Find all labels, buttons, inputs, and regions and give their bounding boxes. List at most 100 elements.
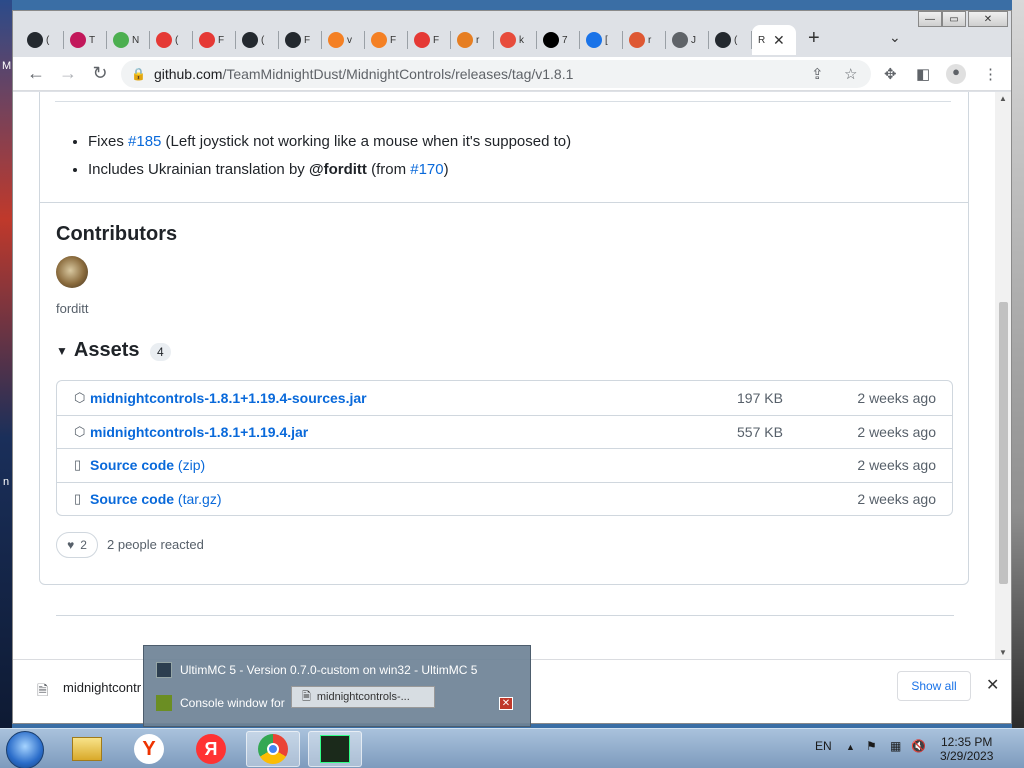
close-window-button[interactable]: ✕: [968, 11, 1008, 27]
chrome-taskbar-button[interactable]: [246, 731, 300, 767]
tab-close-icon[interactable]: ✕: [773, 32, 785, 49]
browser-tab[interactable]: r: [623, 25, 664, 55]
file-zip-icon: ▯: [74, 457, 82, 473]
browser-tab[interactable]: (: [21, 25, 62, 55]
desktop-text: n: [3, 476, 10, 488]
tab-title: r: [476, 34, 480, 46]
desktop-text: M: [2, 60, 12, 72]
asset-size: 557 KB: [737, 423, 783, 440]
chrome-icon: [258, 734, 288, 764]
asset-link[interactable]: Source code (zip): [90, 457, 205, 473]
browser-tab[interactable]: (: [236, 25, 277, 55]
close-preview-button[interactable]: ✕: [499, 697, 513, 710]
browser-tab[interactable]: F: [365, 25, 406, 55]
browser-tab[interactable]: T: [64, 25, 105, 55]
scrollbar-thumb[interactable]: [999, 302, 1008, 584]
browser-tab[interactable]: F: [193, 25, 234, 55]
taskbar: Y Я EN ▲ ⚑ ▦ 🔇 12:35 PM 3/29/2023: [0, 728, 1024, 768]
user-mention-link[interactable]: @forditt: [309, 161, 367, 178]
opera-icon: [199, 32, 215, 48]
explorer-taskbar-button[interactable]: [60, 731, 114, 767]
contributor-avatar[interactable]: [56, 256, 88, 288]
file-zip-icon: ▯: [74, 490, 82, 506]
tab-search-chevron-icon[interactable]: ⌄: [889, 29, 901, 46]
issue-link-170[interactable]: #170: [410, 161, 443, 178]
ultimmc-taskbar-button[interactable]: [308, 731, 362, 767]
minimize-button[interactable]: —: [918, 11, 942, 27]
menu-kebab-icon[interactable]: ⋮: [983, 65, 998, 83]
download-icon: [586, 32, 602, 48]
browser-tab[interactable]: N: [107, 25, 148, 55]
asset-link[interactable]: Source code (tar.gz): [90, 491, 222, 507]
yandex-taskbar-button[interactable]: Я: [184, 731, 238, 767]
tab-title: F: [390, 34, 397, 46]
asset-link[interactable]: midnightcontrols-1.8.1+1.19.4.jar: [90, 424, 308, 440]
address-bar[interactable]: 🔒 github.com/TeamMidnightDust/MidnightCo…: [121, 60, 871, 88]
reload-button[interactable]: ↻: [89, 63, 111, 84]
browser-tab[interactable]: J: [666, 25, 707, 55]
profile-avatar-icon[interactable]: ●: [946, 64, 966, 84]
start-button[interactable]: [6, 731, 44, 768]
list-item: Fixes #185 (Left joystick not working li…: [88, 128, 571, 156]
extensions-puzzle-icon[interactable]: ✥: [884, 65, 897, 83]
tab-title: v: [347, 34, 352, 46]
maximize-button[interactable]: ▭: [942, 11, 966, 27]
asset-row: ⬡ midnightcontrols-1.8.1+1.19.4.jar 557 …: [57, 414, 952, 449]
apps-icon: [414, 32, 430, 48]
browser-tab[interactable]: F: [408, 25, 449, 55]
github-icon: [715, 32, 731, 48]
drag-label: midnightcontrols-...: [316, 691, 410, 703]
tab-title: (: [734, 34, 738, 46]
flag-icon[interactable]: ⚑: [866, 739, 877, 753]
lock-icon: 🔒: [131, 67, 146, 81]
close-download-bar-icon[interactable]: ✕: [986, 675, 999, 695]
divider: [40, 202, 968, 203]
back-button[interactable]: ←: [25, 63, 47, 84]
reaction-count: 2: [80, 538, 87, 552]
tab-title: T: [89, 34, 96, 46]
asset-link[interactable]: midnightcontrols-1.8.1+1.19.4-sources.ja…: [90, 390, 367, 406]
new-tab-button[interactable]: +: [808, 27, 820, 50]
reaction-button[interactable]: ♥ 2: [56, 532, 98, 558]
scroll-up-icon[interactable]: ▲: [999, 94, 1007, 103]
yandex-browser-icon: Y: [134, 734, 164, 764]
network-icon[interactable]: ▦: [890, 739, 901, 753]
tab-title: 7: [562, 34, 568, 46]
release-notes-list: Fixes #185 (Left joystick not working li…: [88, 128, 571, 184]
github-icon: [242, 32, 258, 48]
download-item[interactable]: midnightcontr: [63, 680, 141, 695]
clock[interactable]: 12:35 PM 3/29/2023: [940, 735, 993, 763]
taskbar-preview-popup: UltimMC 5 - Version 0.7.0-custom on win3…: [143, 645, 531, 727]
show-hidden-icons-icon[interactable]: ▲: [846, 742, 855, 752]
forward-button[interactable]: →: [57, 63, 79, 84]
page-scrollbar[interactable]: ▲ ▼: [995, 92, 1011, 659]
bookmark-star-icon[interactable]: ☆: [844, 65, 857, 83]
side-panel-icon[interactable]: ◧: [916, 65, 930, 83]
assets-count-badge: 4: [150, 343, 171, 361]
browser-tab[interactable]: r: [451, 25, 492, 55]
browser-tab[interactable]: R ✕: [752, 25, 796, 55]
preview-item[interactable]: UltimMC 5 - Version 0.7.0-custom on win3…: [156, 656, 477, 684]
package-icon: ⬡: [74, 423, 86, 439]
assets-toggle[interactable]: ▼ Assets: [56, 339, 140, 362]
preview-item[interactable]: Console window for: [156, 689, 285, 717]
contributor-name[interactable]: forditt: [56, 301, 89, 316]
asset-row: ▯ Source code (tar.gz) 2 weeks ago: [57, 481, 952, 516]
browser-tab[interactable]: [: [580, 25, 621, 55]
share-icon[interactable]: ⇪: [811, 65, 824, 83]
language-indicator[interactable]: EN: [815, 739, 832, 753]
issue-link-185[interactable]: #185: [128, 133, 161, 150]
duckduckgo-icon: [629, 32, 645, 48]
browser-tab[interactable]: v: [322, 25, 363, 55]
yandex-browser-taskbar-button[interactable]: Y: [122, 731, 176, 767]
browser-tab[interactable]: F: [279, 25, 320, 55]
browser-tab[interactable]: 7: [537, 25, 578, 55]
package-icon: ⬡: [74, 389, 86, 405]
volume-muted-icon[interactable]: 🔇: [911, 739, 926, 753]
scroll-down-icon[interactable]: ▼: [999, 648, 1007, 657]
browser-tab[interactable]: (: [709, 25, 750, 55]
browser-tab[interactable]: (: [150, 25, 191, 55]
browser-tab[interactable]: k: [494, 25, 535, 55]
tab-title: r: [648, 34, 652, 46]
show-all-button[interactable]: Show all: [897, 671, 971, 701]
